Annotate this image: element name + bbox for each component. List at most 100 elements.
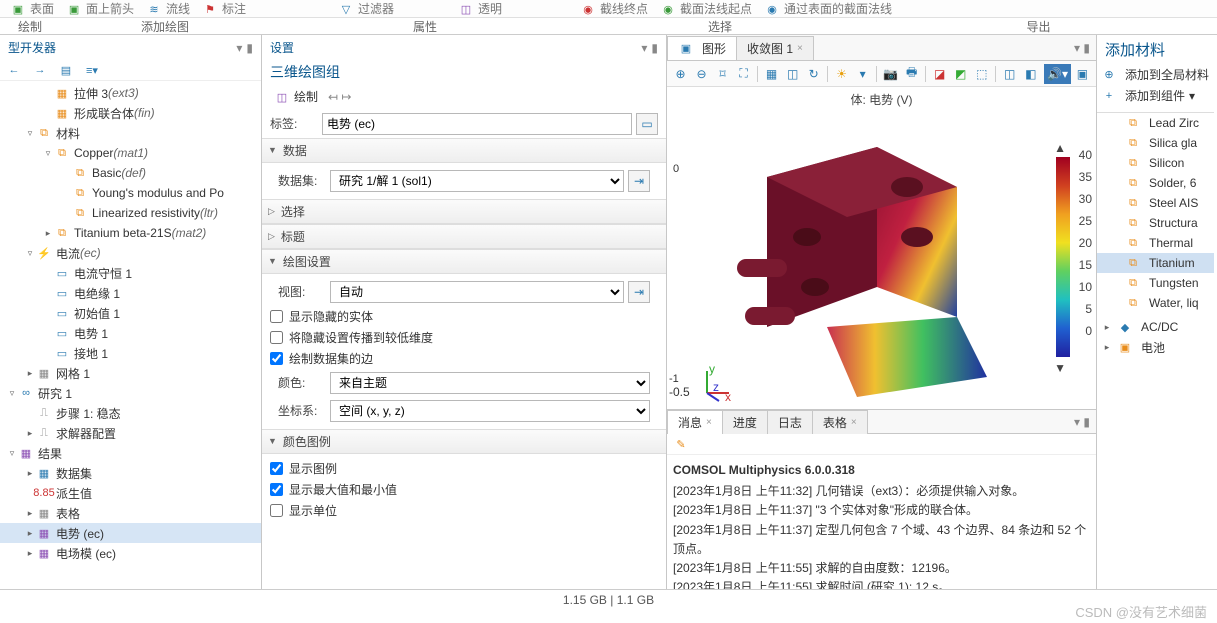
ribbon-item[interactable]: ◫透明 [458,0,502,17]
dataset-select[interactable]: 研究 1/解 1 (sol1) [330,170,624,192]
tree-item[interactable]: ▭初始值 1 [0,303,261,323]
transparency-icon[interactable]: ▾ [853,64,872,84]
tree-item[interactable]: ▸▦网格 1 [0,363,261,383]
panel-pin-icon[interactable]: ▮ [246,41,253,55]
tree-item[interactable]: ▸▦电势 (ec) [0,523,261,543]
lib-battery[interactable]: ▸▣电池 [1097,337,1214,358]
clip-icon[interactable]: ◫ [1000,64,1019,84]
select-icon[interactable]: ◪ [930,64,949,84]
select3-icon[interactable]: ⬚ [972,64,991,84]
tree-item[interactable]: ▸⎍求解器配置 [0,423,261,443]
section-select[interactable]: ▷选择 [262,199,666,224]
ribbon-item[interactable]: ◉通过表面的截面法线 [764,0,892,17]
tree-item[interactable]: ▸▦数据集 [0,463,261,483]
print-icon[interactable]: 🖶 [902,64,921,84]
material-item[interactable]: ⧉Titanium [1097,253,1214,273]
material-item[interactable]: ⧉Lead Zirc [1097,113,1214,133]
ribbon-item[interactable]: ▣表面 [10,0,54,17]
model-tree[interactable]: ▦拉伸 3 (ext3)▦形成联合体 (fin)▿⧉材料▿⧉Copper (ma… [0,81,261,589]
close-icon[interactable]: × [706,417,712,428]
tree-item[interactable]: ▸▦表格 [0,503,261,523]
tree-item[interactable]: ⧉Basic (def) [0,163,261,183]
chk-show-units[interactable] [270,504,283,517]
ribbon-item[interactable]: ⚑标注 [202,0,246,17]
coord-select[interactable]: 空间 (x, y, z) [330,400,650,422]
ribbon-item[interactable]: ◉截面法线起点 [660,0,752,17]
material-item[interactable]: ⧉Silicon [1097,153,1214,173]
lib-acdc[interactable]: ▸◆AC/DC [1097,317,1214,337]
tree-item[interactable]: ▭电势 1 [0,323,261,343]
material-list[interactable]: ⧉Lead Zirc⧉Silica gla⧉Silicon⧉Solder, 6⧉… [1097,113,1214,313]
section-data[interactable]: ▼数据 [262,138,666,163]
material-item[interactable]: ⧉Solder, 6 [1097,173,1214,193]
tab-tables[interactable]: 表格× [812,410,868,434]
tree-item[interactable]: ▭电流守恒 1 [0,263,261,283]
ribbon-item[interactable]: ≋流线 [146,0,190,17]
toolbar-icon[interactable]: ← [6,62,22,78]
tab-convergence[interactable]: 收敛图 1× [736,36,814,60]
tree-item[interactable]: ▸▦电场模 (ec) [0,543,261,563]
tree-item[interactable]: ▿⚡电流 (ec) [0,243,261,263]
toolbar-icon[interactable]: ≡▾ [84,62,100,78]
sound-icon[interactable]: 🔊▾ [1044,64,1071,84]
tree-item[interactable]: ▸⧉Titanium beta-21S (mat2) [0,223,261,243]
section-color-legend[interactable]: ▼颜色图例 [262,429,666,454]
light-icon[interactable]: ☀ [832,64,851,84]
tree-item[interactable]: 8.85派生值 [0,483,261,503]
panel-menu-icon[interactable]: ▾ [236,41,242,55]
zoom-out-icon[interactable]: ⊖ [692,64,711,84]
panel-pin-icon[interactable]: ▮ [1083,415,1090,429]
messages-body[interactable]: COMSOL Multiphysics 6.0.0.318 [2023年1月8日… [667,455,1096,589]
tab-progress[interactable]: 进度 [722,410,768,434]
tree-item[interactable]: ⧉Linearized resistivity (ltr) [0,203,261,223]
panel-pin-icon[interactable]: ▮ [651,41,658,55]
expand-icon[interactable]: ▣ [1073,64,1092,84]
tree-item[interactable]: ▿∞研究 1 [0,383,261,403]
tree-item[interactable]: ▦拉伸 3 (ext3) [0,83,261,103]
rotate-icon[interactable]: ↻ [804,64,823,84]
dataset-goto-button[interactable]: ⇥ [628,170,650,192]
toolbar-icon[interactable]: → [32,62,48,78]
chk-show-minmax[interactable] [270,483,283,496]
view-goto-button[interactable]: ⇥ [628,281,650,303]
clear-icon[interactable]: ✎ [673,436,689,452]
section-plot-settings[interactable]: ▼绘图设置 [262,249,666,274]
zoom-in-icon[interactable]: ⊕ [671,64,690,84]
zoom-extent-icon[interactable]: ⛶ [734,64,753,84]
tree-item[interactable]: ▭电绝缘 1 [0,283,261,303]
panel-menu-icon[interactable]: ▾ [1074,415,1080,429]
tab-graphics[interactable]: ▣图形 [667,36,737,60]
select2-icon[interactable]: ◩ [951,64,970,84]
add-to-global-button[interactable]: ⊕添加到全局材料 [1097,64,1214,85]
view-default-icon[interactable]: ◫ [783,64,802,84]
tab-messages[interactable]: 消息× [667,410,723,434]
ribbon-item[interactable]: ▣面上箭头 [66,0,134,17]
camera-icon[interactable]: 📷 [881,64,900,84]
chk-show-hidden[interactable] [270,310,283,323]
ribbon-item[interactable]: ▽过滤器 [338,0,394,17]
show-label-button[interactable]: ▭ [636,113,658,135]
chk-show-legend[interactable] [270,462,283,475]
tree-item[interactable]: ▦形成联合体 (fin) [0,103,261,123]
panel-pin-icon[interactable]: ▮ [1083,41,1090,55]
panel-menu-icon[interactable]: ▾ [1074,41,1080,55]
toolbar-icon[interactable]: ▤ [58,62,74,78]
material-item[interactable]: ⧉Structura [1097,213,1214,233]
tree-item[interactable]: ▿▦结果 [0,443,261,463]
zoom-box-icon[interactable]: ⌑ [713,64,732,84]
chk-plot-edges[interactable] [270,352,283,365]
material-item[interactable]: ⧉Steel AIS [1097,193,1214,213]
view-select[interactable]: 自动 [330,281,624,303]
material-item[interactable]: ⧉Tungsten [1097,273,1214,293]
arrow-icon[interactable]: ↤ ↦ [328,90,351,104]
tree-item[interactable]: ▿⧉材料 [0,123,261,143]
tab-log[interactable]: 日志 [767,410,813,434]
label-input[interactable] [322,113,632,135]
ribbon-item[interactable]: ◉截线终点 [580,0,648,17]
clip2-icon[interactable]: ◧ [1021,64,1040,84]
material-item[interactable]: ⧉Silica gla [1097,133,1214,153]
tree-item[interactable]: ⧉Young's modulus and Po [0,183,261,203]
tree-item[interactable]: ⎍步骤 1: 稳态 [0,403,261,423]
plot-button[interactable]: ◫绘制 [270,86,322,108]
section-title[interactable]: ▷标题 [262,224,666,249]
